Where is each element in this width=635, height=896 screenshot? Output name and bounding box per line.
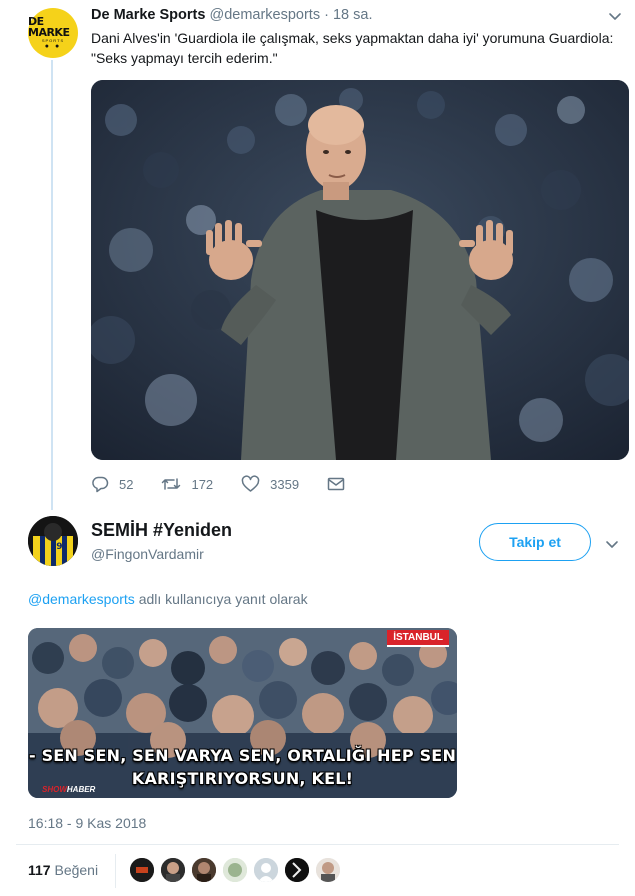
replying-to-line: @demarkesports adlı kullanıcıya yanıt ol… [28,591,308,607]
reply-count: 52 [119,476,134,492]
dm-action[interactable] [327,476,355,492]
liker-avatar[interactable] [254,858,278,882]
retweet-icon [162,478,181,490]
liker-avatar[interactable] [130,858,154,882]
likes-count: 117 [28,862,51,878]
avatar-logo-dots: ● ● [44,43,62,50]
likes-label: Beğeni [54,862,99,878]
channel-logo: SHOWHABER [42,785,95,794]
author-handle[interactable]: @demarkesports [209,7,320,23]
liker-avatar[interactable] [192,858,216,882]
chevron-down-icon[interactable] [607,8,623,24]
reply-to-text: adlı kullanıcıya yanıt olarak [134,591,308,607]
retweet-count: 172 [191,476,214,492]
likes-separator [115,854,116,888]
reply-media[interactable]: İSTANBUL - SEN SEN, SEN VARYA SEN, ORTAL… [28,628,457,798]
heart-icon [241,475,260,492]
like-count: 3359 [270,476,300,492]
tweet-header: De Marke Sports @demarkesports · 18 sa. [91,7,372,23]
reply-icon [92,476,109,493]
media-caption-line1: - SEN SEN, SEN VARYA SEN, ORTALIĞI HEP S… [28,746,457,765]
divider [16,844,619,845]
author-name[interactable]: De Marke Sports [91,7,205,23]
reply-author-handle[interactable]: @FingonVardamir [91,546,204,562]
svg-text:19: 19 [50,542,63,552]
tweet-actions: 52 172 3359 [91,475,383,493]
channel-tag: İSTANBUL [387,630,449,647]
liker-avatar[interactable] [223,858,247,882]
reply-author-name[interactable]: SEMİH #Yeniden [91,520,232,541]
reply-mention-link[interactable]: @demarkesports [28,591,135,607]
likes-summary[interactable]: 117 Beğeni [28,862,98,878]
tweet-photo[interactable] [91,80,629,460]
channel-logo-haber: HABER [66,785,96,794]
tweet-time[interactable]: · 18 sa. [324,7,372,23]
liker-avatar[interactable] [161,858,185,882]
like-action[interactable]: 3359 [241,475,299,493]
avatar-logo-text: DE MARKE [28,15,70,39]
chevron-down-icon[interactable] [604,536,620,552]
follow-button[interactable]: Takip et [479,523,591,561]
tweet-timestamp[interactable]: 16:18 - 9 Kas 2018 [28,815,146,831]
liker-avatar[interactable] [285,858,309,882]
liker-avatar[interactable] [316,858,340,882]
thread-connector-line [51,60,53,510]
reply-author-avatar[interactable]: 19 [28,516,78,566]
retweet-action[interactable]: 172 [161,475,213,493]
tweet-text: Dani Alves'in 'Guardiola ile çalışmak, s… [91,30,614,66]
author-avatar[interactable]: DE MARKE SPORTS ● ● [28,8,78,58]
channel-logo-show: SHOW [42,785,67,794]
reply-action[interactable]: 52 [91,475,133,493]
envelope-icon [327,477,345,491]
